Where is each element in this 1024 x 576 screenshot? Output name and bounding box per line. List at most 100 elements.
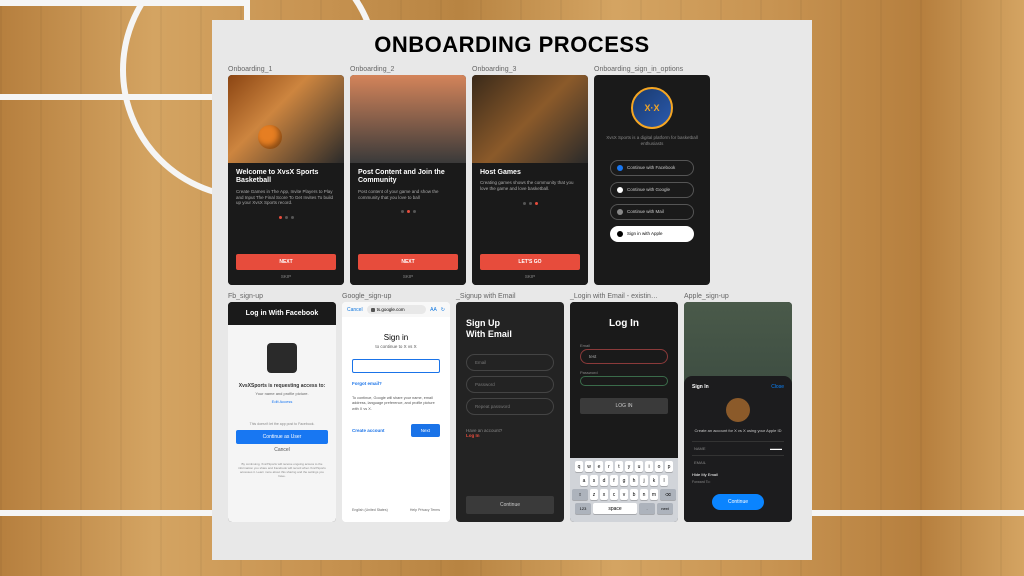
go-key: next xyxy=(657,503,673,514)
hero-image xyxy=(228,75,344,163)
email-input[interactable]: Email xyxy=(466,354,554,371)
next-button[interactable]: NEXT xyxy=(358,254,458,270)
numeric-key: 123 xyxy=(575,503,591,514)
screen-label: Fb_sign-up xyxy=(228,293,336,300)
fb-disclaimer: By continuing, XvsXSports will receive o… xyxy=(236,463,328,479)
space-key: space xyxy=(593,503,637,514)
signup-heading: Sign Up With Email xyxy=(466,318,554,340)
hide-email-option[interactable]: Hide My Email xyxy=(692,469,784,480)
page-indicator xyxy=(480,202,580,205)
continue-mail-button[interactable]: Continue with Mail xyxy=(610,204,694,220)
screen-label: Onboarding_1 xyxy=(228,66,344,73)
onboarding-subtext: Post content of your game and show the c… xyxy=(358,189,458,201)
screen-label: Apple_sign-up xyxy=(684,293,792,300)
continue-facebook-button[interactable]: Continue with Facebook xyxy=(610,160,694,176)
hero-image xyxy=(472,75,588,163)
keyboard[interactable]: qwertyuiop asdfghjkl ⇧zxcvbnm⌫ 123space.… xyxy=(570,458,678,522)
facebook-signup-screen: Log in With Facebook XvsXSports is reque… xyxy=(228,302,336,522)
app-tagline: XvsX Sports is a digital platform for ba… xyxy=(602,135,702,147)
backspace-key: ⌫ xyxy=(660,489,676,500)
password-input[interactable] xyxy=(580,376,668,386)
next-button[interactable]: NEXT xyxy=(236,254,336,270)
next-button[interactable]: Next xyxy=(411,424,440,437)
login-heading: Log In xyxy=(580,318,668,329)
mail-icon xyxy=(617,209,623,215)
google-signup-screen: Cancel ts.google.com AA ↻ Sign in to con… xyxy=(342,302,450,522)
app-avatar xyxy=(726,398,750,422)
close-button[interactable]: Close xyxy=(771,384,784,390)
hero-image xyxy=(350,75,466,163)
shift-key: ⇧ xyxy=(572,489,588,500)
continue-button[interactable]: Continue xyxy=(712,494,764,510)
screen-label: Google_sign-up xyxy=(342,293,450,300)
fb-title: Log in With Facebook xyxy=(228,302,336,325)
lets-go-button[interactable]: LET'S GO xyxy=(480,254,580,270)
onboarding-2-screen: Post Content and Join the Community Post… xyxy=(350,75,466,285)
signin-options-screen: X·X XvsX Sports is a digital platform fo… xyxy=(594,75,710,285)
login-button[interactable]: LOG IN xyxy=(580,398,668,414)
forgot-email-link[interactable]: Forgot email? xyxy=(352,381,440,386)
google-icon xyxy=(617,187,623,193)
onboarding-heading: Post Content and Join the Community xyxy=(358,169,458,186)
row-providers: Fb_sign-up Log in With Facebook XvsXSpor… xyxy=(228,293,796,522)
facebook-icon xyxy=(617,165,623,171)
screen-label: Onboarding_2 xyxy=(350,66,466,73)
skip-button[interactable]: SKIP xyxy=(236,274,336,279)
fb-request-text: XvsXSports is requesting access to: xyxy=(239,383,325,389)
email-input[interactable] xyxy=(352,359,440,373)
google-consent-text: To continue, Google will share your name… xyxy=(352,396,440,412)
skip-button[interactable]: SKIP xyxy=(480,274,580,279)
skip-button[interactable]: SKIP xyxy=(358,274,458,279)
apple-signin-sheet: Sign In Close Create an account for X vs… xyxy=(684,376,792,522)
screen-label: Onboarding_3 xyxy=(472,66,588,73)
password-input[interactable]: Password xyxy=(466,376,554,393)
screen-label: Onboarding_sign_in_options xyxy=(594,66,710,73)
fb-note: This doesn't let the app post to Faceboo… xyxy=(250,422,315,426)
onboarding-1-screen: Welcome to XvsX Sports Basketball Create… xyxy=(228,75,344,285)
onboarding-heading: Host Games xyxy=(480,169,580,177)
apple-message: Create an account for X vs X using your … xyxy=(692,428,784,433)
sheet-title: Sign In xyxy=(692,384,709,390)
app-icon xyxy=(267,343,297,373)
continue-as-button[interactable]: Continue as User xyxy=(236,430,328,444)
presentation-panel: ONBOARDING PROCESS Onboarding_1 Welcome … xyxy=(212,20,812,560)
edit-access-link[interactable]: Edit Access xyxy=(272,399,293,404)
name-row[interactable]: NAME▬▬▬ xyxy=(692,441,784,455)
onboarding-subtext: Creating games shows the community that … xyxy=(480,180,580,192)
onboarding-3-screen: Host Games Creating games shows the comm… xyxy=(472,75,588,285)
google-heading: Sign in xyxy=(352,333,440,342)
password-label: Password xyxy=(580,370,668,375)
refresh-icon[interactable]: ↻ xyxy=(441,307,445,313)
google-subtext: to continue to X vs X xyxy=(352,344,440,349)
email-signup-screen: Sign Up With Email Email Password Repeat… xyxy=(456,302,564,522)
browser-bar: Cancel ts.google.com AA ↻ xyxy=(342,302,450,317)
app-logo: X·X xyxy=(631,87,673,129)
screen-label: _Signup with Email xyxy=(456,293,564,300)
onboarding-heading: Welcome to XvsX Sports Basketball xyxy=(236,169,336,186)
cancel-button[interactable]: Cancel xyxy=(274,447,290,453)
language-selector[interactable]: English (United States) xyxy=(352,508,388,512)
cancel-button[interactable]: Cancel xyxy=(347,307,363,313)
apple-icon xyxy=(617,231,623,237)
footer-links[interactable]: Help Privacy Terms xyxy=(410,508,440,512)
fb-scope-text: Your name and profile picture. xyxy=(255,391,308,396)
continue-google-button[interactable]: Continue with Google xyxy=(610,182,694,198)
email-row[interactable]: EMAIL xyxy=(692,455,784,469)
next-key: . xyxy=(639,503,655,514)
email-label: Email xyxy=(580,343,668,348)
email-login-screen: Log In Email test Password LOG IN qwerty… xyxy=(570,302,678,522)
url-bar[interactable]: ts.google.com xyxy=(367,305,427,314)
continue-button[interactable]: Continue xyxy=(466,496,554,514)
email-input[interactable]: test xyxy=(580,349,668,364)
page-indicator xyxy=(236,216,336,219)
create-account-link[interactable]: Create account xyxy=(352,428,385,433)
login-link[interactable]: Log In xyxy=(466,433,554,438)
page-title: ONBOARDING PROCESS xyxy=(228,32,796,58)
repeat-password-input[interactable]: Repeat password xyxy=(466,398,554,415)
lock-icon xyxy=(371,308,375,312)
screen-label: _Login with Email - existin… xyxy=(570,293,678,300)
signin-apple-button[interactable]: Sign in with Apple xyxy=(610,226,694,242)
row-onboarding: Onboarding_1 Welcome to XvsX Sports Bask… xyxy=(228,66,796,285)
text-size-icon[interactable]: AA xyxy=(430,307,437,313)
apple-signup-screen: Sign In Close Create an account for X vs… xyxy=(684,302,792,522)
